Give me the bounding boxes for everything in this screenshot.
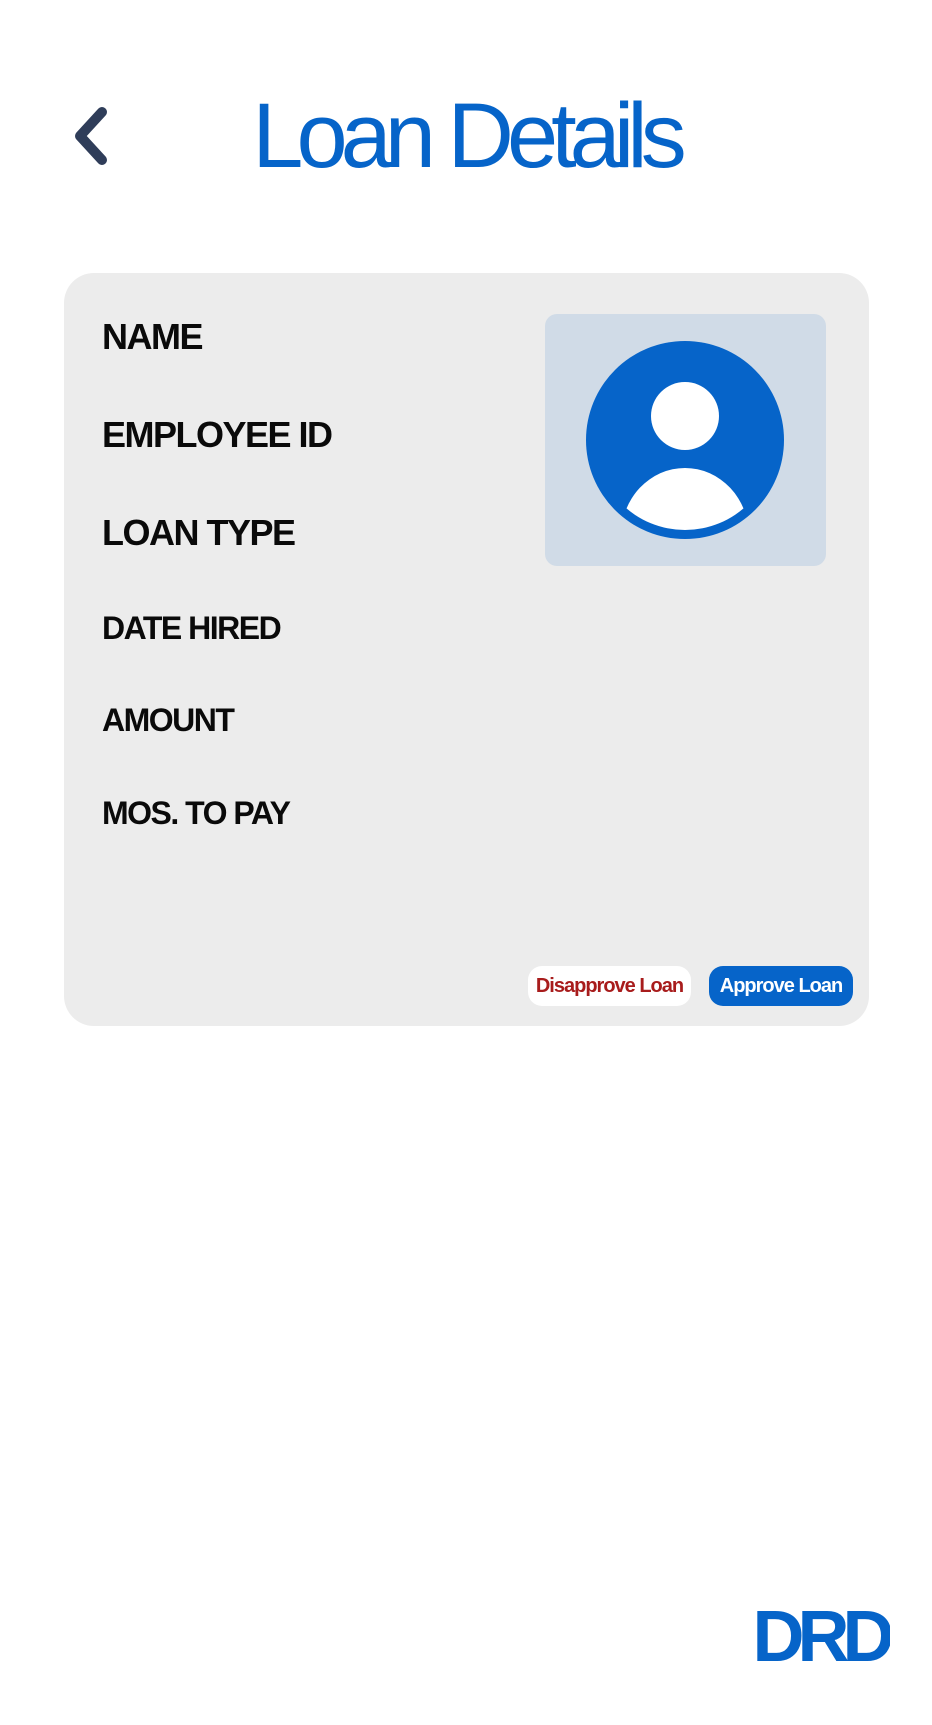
page-title: Loan Details xyxy=(252,85,686,187)
amount-label: AMOUNT xyxy=(102,702,235,738)
disapprove-loan-button[interactable]: Disapprove Loan xyxy=(528,966,691,1006)
name-label: NAME xyxy=(102,316,204,357)
user-avatar-icon xyxy=(586,341,784,539)
svg-text:DRD: DRD xyxy=(753,1603,891,1667)
loan-details-card: NAME EMPLOYEE ID LOAN TYPE DATE HIRED AM… xyxy=(64,273,869,1026)
loan-type-label: LOAN TYPE xyxy=(102,512,296,553)
date-hired-label: DATE HIRED xyxy=(102,610,282,646)
drd-logo: DRD xyxy=(750,1597,899,1677)
months-to-pay-label: MOS. TO PAY xyxy=(102,795,291,831)
employee-id-label: EMPLOYEE ID xyxy=(102,414,333,455)
profile-photo xyxy=(545,314,826,566)
approve-loan-button[interactable]: Approve Loan xyxy=(709,966,853,1006)
